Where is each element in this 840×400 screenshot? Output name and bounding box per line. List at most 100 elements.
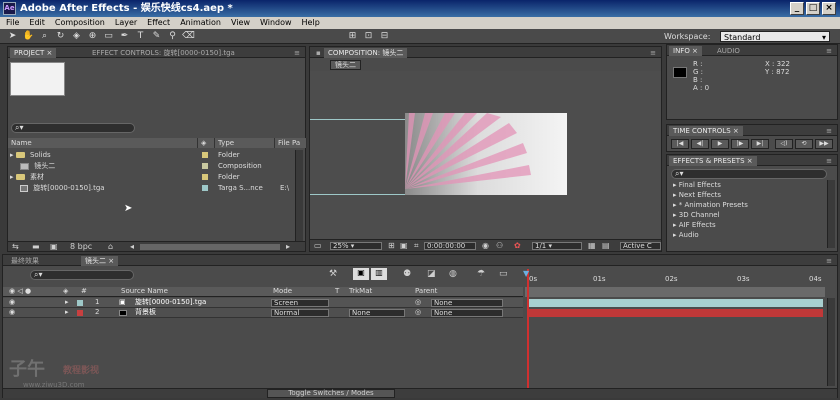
prev-frame-button[interactable]: ◀| bbox=[691, 139, 709, 149]
tab-effects-presets[interactable]: EFFECTS & PRESETS × bbox=[669, 156, 757, 166]
column-header-label[interactable]: ◈ bbox=[198, 138, 215, 148]
play-button[interactable]: ▶ bbox=[711, 139, 729, 149]
maximize-button[interactable]: □ bbox=[806, 2, 820, 15]
panel-menu-icon[interactable]: ≡ bbox=[647, 48, 659, 58]
menu-effect[interactable]: Effect bbox=[147, 17, 170, 29]
timeline-search-input[interactable]: ⌕▾ bbox=[30, 270, 134, 280]
video-toggle-icon[interactable]: ◉ bbox=[9, 298, 15, 307]
zoom-tool-icon[interactable]: ⌕ bbox=[38, 30, 51, 43]
menu-animation[interactable]: Animation bbox=[180, 17, 221, 29]
effects-category[interactable]: ▸ AIF Effects bbox=[673, 220, 716, 230]
column-header-filepath[interactable]: File Pa bbox=[275, 138, 307, 148]
safe-zones-icon[interactable]: ⊞ bbox=[388, 241, 395, 250]
region-interest-icon[interactable]: ▦ bbox=[588, 241, 596, 250]
brainstorm-icon[interactable]: ☂ bbox=[477, 269, 485, 279]
project-item-footage-folder[interactable]: ▸ 素材 bbox=[10, 172, 295, 182]
project-hscrollbar[interactable] bbox=[140, 244, 280, 250]
tab-final-comp[interactable]: 最终效果 bbox=[7, 256, 43, 266]
resolution-dropdown[interactable]: 1/1 ▾ bbox=[532, 242, 582, 250]
layer-name[interactable]: 背景板 bbox=[135, 308, 156, 317]
rectangle-tool-icon[interactable]: ▭ bbox=[102, 30, 115, 43]
layer-label-swatch[interactable] bbox=[77, 300, 83, 306]
layer-duration-bar[interactable] bbox=[527, 299, 823, 307]
layer-duration-bar[interactable] bbox=[527, 309, 823, 317]
toggle-switches-modes-button[interactable]: Toggle Switches / Modes bbox=[267, 389, 395, 398]
pickwhip-icon[interactable]: ◎ bbox=[415, 308, 421, 317]
brush-tool-icon[interactable]: ✎ bbox=[150, 30, 163, 43]
view-axis-icon[interactable]: ⊟ bbox=[378, 30, 391, 43]
menu-composition[interactable]: Composition bbox=[55, 17, 105, 29]
first-frame-button[interactable]: |◀ bbox=[671, 139, 689, 149]
menu-window[interactable]: Window bbox=[260, 17, 292, 29]
effects-category[interactable]: ▸ Next Effects bbox=[673, 190, 721, 200]
panel-menu-icon[interactable]: ≡ bbox=[291, 48, 303, 58]
layer-trkmat-dropdown[interactable]: None bbox=[349, 309, 405, 317]
draft3d-icon[interactable]: ▥ bbox=[371, 268, 387, 280]
channels-icon[interactable]: ✿ bbox=[514, 241, 521, 250]
panel-menu-icon[interactable]: ≡ bbox=[823, 156, 835, 166]
layer-parent-dropdown[interactable]: None bbox=[431, 299, 503, 307]
comp-viewer[interactable] bbox=[310, 71, 661, 239]
tab-composition[interactable]: COMPOSITION: 镜头二 bbox=[324, 48, 408, 58]
pen-tool-icon[interactable]: ✒ bbox=[118, 30, 131, 43]
effects-category[interactable]: ▸ 3D Channel bbox=[673, 210, 720, 220]
comp-mini-flowchart-icon[interactable]: ⚒ bbox=[329, 269, 337, 279]
effects-category[interactable]: ▸ Final Effects bbox=[673, 180, 721, 190]
project-scrollbar[interactable] bbox=[295, 150, 303, 245]
pan-behind-tool-icon[interactable]: ⊕ bbox=[86, 30, 99, 43]
graph-editor-icon[interactable]: ▭ bbox=[499, 269, 508, 279]
audio-button[interactable]: ◁) bbox=[775, 139, 793, 149]
show-snapshot-icon[interactable]: ⚇ bbox=[496, 241, 503, 250]
expand-arrow-icon[interactable]: ▸ bbox=[10, 173, 14, 181]
effects-category[interactable]: ▸ * Animation Presets bbox=[673, 200, 748, 210]
selection-tool-icon[interactable]: ➤ bbox=[6, 30, 19, 43]
lock-icon[interactable]: ▪ bbox=[312, 48, 325, 58]
hand-tool-icon[interactable]: ✋ bbox=[22, 30, 35, 43]
camera-tool-icon[interactable]: ◈ bbox=[70, 30, 83, 43]
live-update-icon[interactable]: ▣ bbox=[353, 268, 369, 280]
playhead-handle-icon[interactable]: ▼ bbox=[523, 269, 533, 278]
mask-view-icon[interactable]: ⌗ bbox=[414, 241, 419, 251]
time-ruler[interactable]: 0s 01s 02s 03s 04s bbox=[525, 269, 825, 297]
panel-menu-icon[interactable]: ≡ bbox=[823, 256, 835, 266]
expand-arrow-icon[interactable]: ▸ bbox=[65, 308, 69, 317]
close-button[interactable]: × bbox=[822, 2, 836, 15]
project-search-input[interactable]: ⌕▾ bbox=[11, 123, 135, 133]
comp-flowchart-tab[interactable]: 镜头二 bbox=[330, 60, 361, 70]
layer-parent-dropdown[interactable]: None bbox=[431, 309, 503, 317]
shy-icon[interactable]: ⚉ bbox=[403, 269, 411, 279]
eraser-tool-icon[interactable]: ⌫ bbox=[182, 30, 195, 43]
effects-scrollbar[interactable] bbox=[827, 180, 835, 248]
rotate-tool-icon[interactable]: ↻ bbox=[54, 30, 67, 43]
tab-audio[interactable]: AUDIO bbox=[713, 46, 744, 56]
scroll-left-icon[interactable]: ◂ bbox=[130, 242, 134, 251]
column-header-trkmat[interactable]: TrkMat bbox=[349, 287, 372, 296]
zoom-dropdown[interactable]: 25% ▾ bbox=[330, 242, 382, 250]
tab-effect-controls[interactable]: EFFECT CONTROLS: 旋转[0000-0150].tga bbox=[88, 48, 239, 58]
timeline-scrollbar[interactable] bbox=[827, 298, 835, 386]
layer-row[interactable]: ◉ ▸ 2 背景板 Normal None ◎ None bbox=[3, 308, 523, 318]
column-header-type[interactable]: Type bbox=[215, 138, 275, 148]
transparency-grid-icon[interactable]: ▤ bbox=[602, 241, 610, 250]
tab-time-controls[interactable]: TIME CONTROLS × bbox=[669, 126, 743, 136]
layer-row[interactable]: ◉ ▸ 1 ▣ 旋转[0000-0150].tga Screen ◎ None bbox=[3, 298, 523, 308]
interpret-footage-icon[interactable]: ⇆ bbox=[12, 242, 19, 251]
workspace-select[interactable]: Standard ▾ bbox=[720, 31, 830, 42]
menu-layer[interactable]: Layer bbox=[115, 17, 137, 29]
camera-view-dropdown[interactable]: Active C bbox=[620, 242, 661, 250]
project-item-solids[interactable]: ▸ Solids bbox=[10, 150, 295, 160]
panel-menu-icon[interactable]: ≡ bbox=[823, 126, 835, 136]
new-folder-icon[interactable]: ▬ bbox=[32, 242, 40, 251]
new-comp-icon[interactable]: ▣ bbox=[50, 242, 58, 251]
menu-edit[interactable]: Edit bbox=[29, 17, 45, 29]
column-header-parent[interactable]: Parent bbox=[415, 287, 437, 296]
next-frame-button[interactable]: |▶ bbox=[731, 139, 749, 149]
axis-mode-icon[interactable]: ⊞ bbox=[346, 30, 359, 43]
last-frame-button[interactable]: ▶| bbox=[751, 139, 769, 149]
effects-category[interactable]: ▸ Audio bbox=[673, 230, 699, 240]
layer-name[interactable]: 旋转[0000-0150].tga bbox=[135, 298, 206, 307]
camera-snapshot-icon[interactable]: ◉ bbox=[482, 241, 489, 250]
frame-blend-icon[interactable]: ◪ bbox=[427, 269, 436, 279]
playhead[interactable] bbox=[527, 269, 529, 389]
layer-mode-dropdown[interactable]: Screen bbox=[271, 299, 329, 307]
